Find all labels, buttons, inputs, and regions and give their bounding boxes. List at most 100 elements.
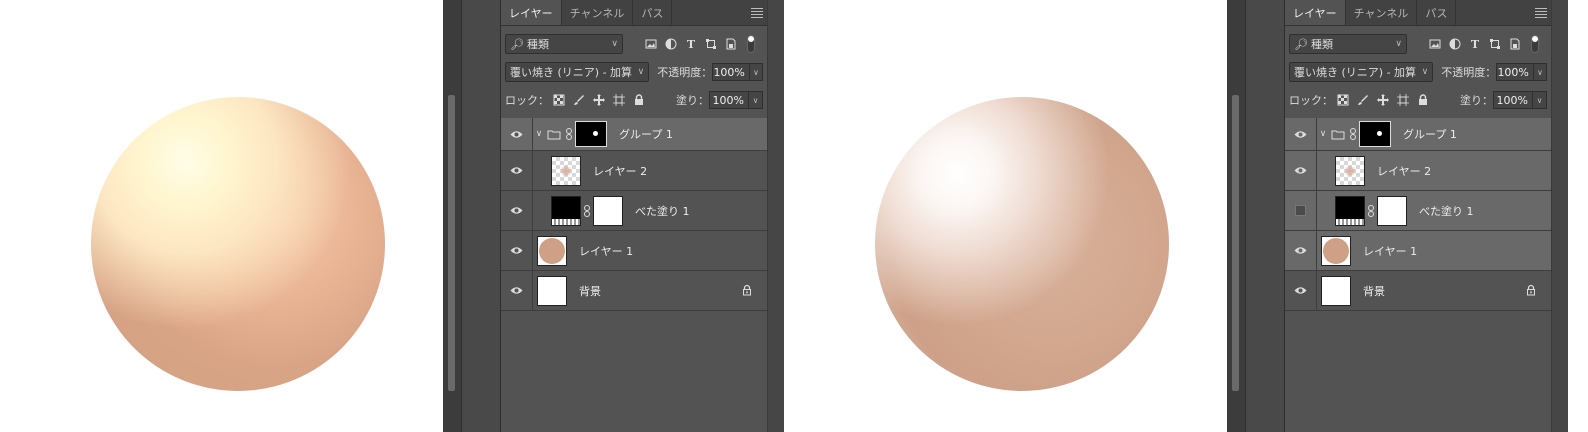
smart-object-filter-icon[interactable] xyxy=(721,34,741,54)
tab-paths[interactable]: パス xyxy=(1417,0,1457,25)
layer-row[interactable]: レイヤー 2 xyxy=(1285,151,1551,191)
visibility-toggle-off[interactable] xyxy=(1285,191,1317,230)
layer-name[interactable]: べた塗り 1 xyxy=(1419,203,1474,219)
layer-thumbnail[interactable] xyxy=(551,155,581,186)
visibility-eye-icon[interactable] xyxy=(501,231,533,270)
opacity-dropdown-icon[interactable]: ∨ xyxy=(1533,63,1547,81)
type-filter-icon[interactable]: T xyxy=(681,34,701,54)
blend-mode-dropdown[interactable]: 覆い焼き (リニア) - 加算 ∨ xyxy=(1289,62,1434,82)
filter-kind-dropdown[interactable]: 🔎︎ 種類 ∨ xyxy=(1289,34,1407,54)
search-icon: 🔎︎ xyxy=(510,37,524,51)
adjustment-filter-icon[interactable] xyxy=(661,34,681,54)
layer-mask-thumbnail[interactable] xyxy=(1377,195,1407,226)
link-chain-icon[interactable] xyxy=(1365,204,1377,217)
visibility-eye-icon[interactable] xyxy=(1285,118,1317,150)
layer-name[interactable]: べた塗り 1 xyxy=(635,203,690,219)
layer-name[interactable]: グループ 1 xyxy=(619,126,673,142)
opacity-input[interactable]: 100% xyxy=(1496,63,1534,81)
layer-name[interactable]: 背景 xyxy=(1363,283,1385,299)
fill-input[interactable]: 100% xyxy=(709,91,749,109)
layer-thumbnail[interactable] xyxy=(1321,235,1351,266)
visibility-eye-icon[interactable] xyxy=(1285,231,1317,270)
lock-transparency-icon[interactable] xyxy=(1333,90,1353,110)
layer-name[interactable]: レイヤー 2 xyxy=(593,163,647,179)
lock-artboard-icon[interactable] xyxy=(609,90,629,110)
layer-thumbnail[interactable] xyxy=(537,235,567,266)
sphere-artwork xyxy=(875,97,1169,391)
fill-layer-thumbnail[interactable] xyxy=(1335,195,1365,226)
image-filter-icon[interactable] xyxy=(1425,34,1445,54)
layer-mask-thumbnail[interactable] xyxy=(593,195,623,226)
type-filter-icon[interactable]: T xyxy=(1465,34,1485,54)
layer-thumbnail[interactable] xyxy=(537,275,567,306)
lock-all-icon[interactable] xyxy=(1413,90,1433,110)
canvas-scrollbar[interactable] xyxy=(443,0,461,432)
layer-thumbnail[interactable] xyxy=(1335,155,1365,186)
layer-row[interactable]: べた塗り 1 xyxy=(501,191,767,231)
layer-row[interactable]: レイヤー 2 xyxy=(501,151,767,191)
tab-channels[interactable]: チャンネル xyxy=(1346,0,1418,25)
link-chain-icon[interactable] xyxy=(1347,128,1359,140)
filter-toggle[interactable] xyxy=(747,35,755,53)
visibility-eye-icon[interactable] xyxy=(501,191,533,230)
layer-row[interactable]: レイヤー 1 xyxy=(1285,231,1551,271)
fill-dropdown-icon[interactable]: ∨ xyxy=(1533,91,1547,109)
lock-transparency-icon[interactable] xyxy=(549,90,569,110)
scrollbar-thumb[interactable] xyxy=(448,95,455,391)
tab-paths[interactable]: パス xyxy=(633,0,673,25)
layer-row-background[interactable]: 背景 xyxy=(501,271,767,311)
lock-position-move-icon[interactable] xyxy=(589,90,609,110)
shape-filter-icon[interactable] xyxy=(1485,34,1505,54)
fill-dropdown-icon[interactable]: ∨ xyxy=(749,91,763,109)
visibility-eye-icon[interactable] xyxy=(501,151,533,190)
tab-layers[interactable]: レイヤー xyxy=(1285,0,1346,25)
document-canvas[interactable] xyxy=(784,0,1227,432)
lock-pixels-brush-icon[interactable] xyxy=(1353,90,1373,110)
lock-all-icon[interactable] xyxy=(629,90,649,110)
visibility-eye-icon[interactable] xyxy=(1285,151,1317,190)
layer-row[interactable]: レイヤー 1 xyxy=(501,231,767,271)
opacity-dropdown-icon[interactable]: ∨ xyxy=(749,63,763,81)
filter-toggle[interactable] xyxy=(1531,35,1539,53)
scrollbar-thumb[interactable] xyxy=(1232,95,1239,391)
layer-name[interactable]: レイヤー 1 xyxy=(579,243,633,259)
group-mask-thumbnail[interactable] xyxy=(575,121,607,147)
layer-row-group[interactable]: ∨ グループ 1 xyxy=(501,118,767,151)
canvas-scrollbar[interactable] xyxy=(1227,0,1245,432)
layer-name[interactable]: 背景 xyxy=(579,283,601,299)
panel-scrollbar[interactable] xyxy=(767,0,784,432)
shape-filter-icon[interactable] xyxy=(701,34,721,54)
lock-position-move-icon[interactable] xyxy=(1373,90,1393,110)
chevron-down-icon[interactable]: ∨ xyxy=(1317,129,1329,139)
visibility-eye-icon[interactable] xyxy=(501,118,533,150)
filter-kind-dropdown[interactable]: 🔎︎ 種類 ∨ xyxy=(505,34,623,54)
link-chain-icon[interactable] xyxy=(581,204,593,217)
blend-mode-dropdown[interactable]: 覆い焼き (リニア) - 加算 ∨ xyxy=(505,62,650,82)
link-chain-icon[interactable] xyxy=(563,128,575,140)
lock-pixels-brush-icon[interactable] xyxy=(569,90,589,110)
visibility-eye-icon[interactable] xyxy=(501,271,533,310)
opacity-input[interactable]: 100% xyxy=(712,63,750,81)
layer-name[interactable]: レイヤー 1 xyxy=(1363,243,1417,259)
image-filter-icon[interactable] xyxy=(641,34,661,54)
layer-row[interactable]: べた塗り 1 xyxy=(1285,191,1551,231)
panel-menu-icon[interactable] xyxy=(751,0,767,25)
adjustment-filter-icon[interactable] xyxy=(1445,34,1465,54)
chevron-down-icon[interactable]: ∨ xyxy=(533,129,545,139)
lock-artboard-icon[interactable] xyxy=(1393,90,1413,110)
document-canvas[interactable] xyxy=(0,0,443,432)
group-mask-thumbnail[interactable] xyxy=(1359,121,1391,147)
panel-menu-icon[interactable] xyxy=(1535,0,1551,25)
layer-row-background[interactable]: 背景 xyxy=(1285,271,1551,311)
fill-layer-thumbnail[interactable] xyxy=(551,195,581,226)
layer-name[interactable]: レイヤー 2 xyxy=(1377,163,1431,179)
layer-row-group[interactable]: ∨ グループ 1 xyxy=(1285,118,1551,151)
visibility-eye-icon[interactable] xyxy=(1285,271,1317,310)
tab-layers[interactable]: レイヤー xyxy=(501,0,562,25)
panel-scrollbar[interactable] xyxy=(1551,0,1568,432)
layer-thumbnail[interactable] xyxy=(1321,275,1351,306)
fill-input[interactable]: 100% xyxy=(1493,91,1533,109)
smart-object-filter-icon[interactable] xyxy=(1505,34,1525,54)
tab-channels[interactable]: チャンネル xyxy=(562,0,634,25)
layer-name[interactable]: グループ 1 xyxy=(1403,126,1457,142)
